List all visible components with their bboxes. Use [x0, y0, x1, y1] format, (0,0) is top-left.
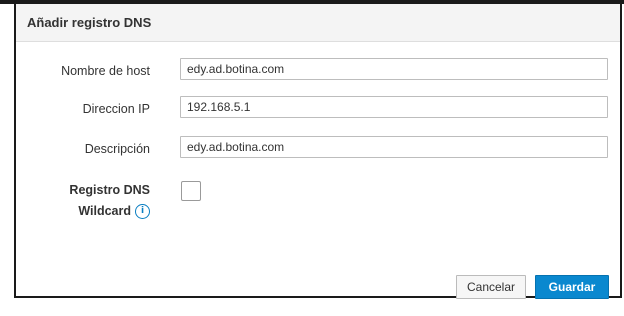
info-circle-icon[interactable]: i: [135, 204, 150, 220]
dialog-title: Añadir registro DNS: [27, 15, 152, 30]
description-label: Descripción: [84, 142, 150, 156]
cancel-button[interactable]: Cancelar: [456, 275, 526, 299]
hostname-input[interactable]: [180, 58, 608, 80]
wildcard-label-line2-row: Wildcard i: [69, 201, 150, 222]
wildcard-label: Registro DNS Wildcard i: [69, 180, 150, 222]
ip-address-input[interactable]: [180, 96, 608, 118]
save-button[interactable]: Guardar: [535, 275, 609, 299]
wildcard-checkbox[interactable]: [181, 181, 201, 201]
add-dns-record-dialog: Añadir registro DNS Nombre de host Direc…: [14, 4, 622, 299]
hostname-label: Nombre de host: [61, 64, 150, 78]
dialog-header: Añadir registro DNS: [16, 4, 620, 42]
wildcard-label-line2: Wildcard: [78, 204, 131, 218]
ip-address-label: Direccion IP: [82, 102, 150, 116]
wildcard-label-line1: Registro DNS: [69, 183, 150, 197]
description-input[interactable]: [180, 136, 608, 158]
